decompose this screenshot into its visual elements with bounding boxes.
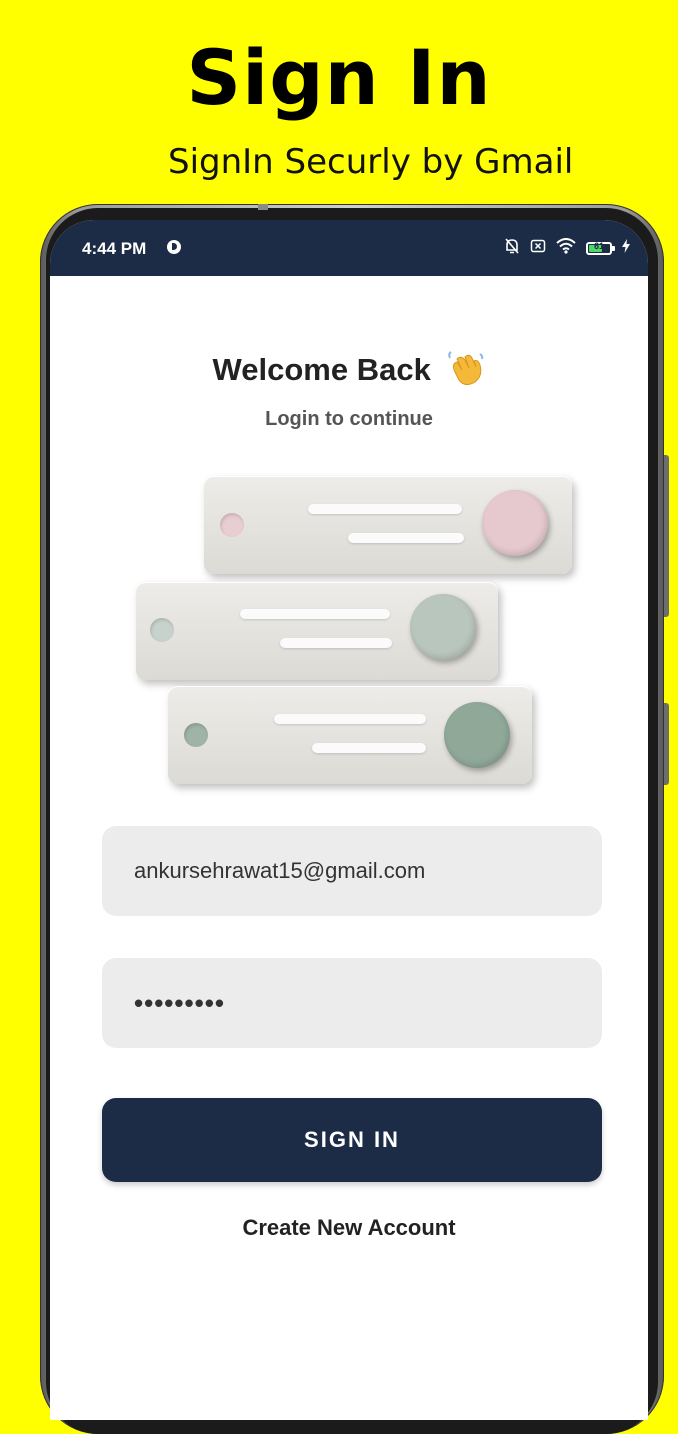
wifi-icon [556,237,576,259]
welcome-title: Welcome Back [50,350,648,394]
illustration-line [240,609,390,619]
charging-bolt-icon [622,238,630,258]
illustration-dot [220,513,244,537]
volume-button [664,455,669,617]
battery-level: 61 [593,240,604,251]
illustration-line [274,714,426,724]
illustration-line [308,504,462,514]
illustration-dot [150,618,174,642]
illustration-circle [410,594,476,660]
status-bar: 4:44 PM 61 [50,220,648,276]
illustration-card [204,476,572,574]
mute-bell-icon [504,237,520,260]
status-icons: 61 [504,237,630,260]
illustration-line [280,638,392,648]
email-field[interactable] [102,826,602,916]
illustration-dot [184,723,208,747]
phone-seam [258,204,268,210]
promo-title: Sign In [186,33,492,122]
password-field[interactable] [102,958,602,1048]
create-account-link[interactable]: Create New Account [50,1215,648,1241]
welcome-title-text: Welcome Back [212,352,431,388]
promo-subtitle: SignIn Securly by Gmail [168,142,574,182]
app-notification-icon [167,240,181,254]
illustration-line [348,533,464,543]
illustration-circle [444,702,510,768]
illustration-line [312,743,426,753]
power-button [664,703,669,785]
illustration-card [136,582,498,680]
waving-hand-icon [447,350,485,394]
status-time: 4:44 PM [82,239,147,258]
battery-icon: 61 [586,240,615,255]
phone-screen: 4:44 PM 61 Welcome Back Login to continu… [50,220,648,1420]
illustration-circle [482,490,548,556]
illustration-card [168,686,532,784]
no-sim-icon [530,238,546,259]
sign-in-button[interactable]: SIGN IN [102,1098,602,1182]
welcome-subtitle: Login to continue [265,408,433,430]
